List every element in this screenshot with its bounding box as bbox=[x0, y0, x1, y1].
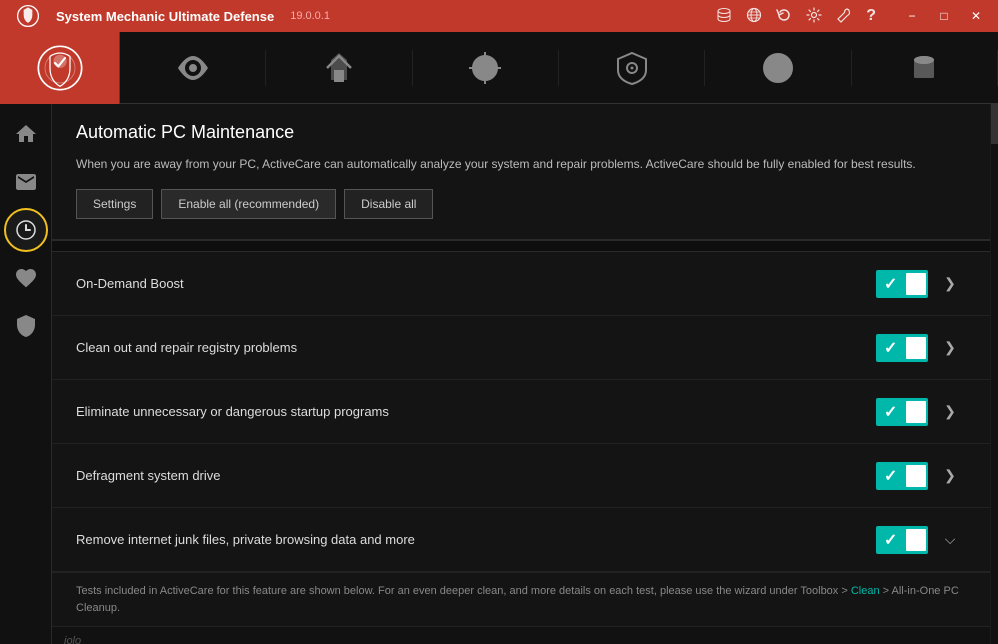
nav-logo[interactable] bbox=[0, 32, 120, 104]
help-icon[interactable]: ? bbox=[866, 7, 876, 25]
feature-controls: ✓ ❯ bbox=[876, 332, 966, 364]
toggle-check-icon: ✓ bbox=[884, 530, 897, 550]
refresh-icon[interactable] bbox=[776, 7, 792, 26]
chevron-right-icon[interactable]: ❯ bbox=[934, 268, 966, 300]
feature-controls: ✓ ❯ bbox=[876, 460, 966, 492]
chevron-down-icon[interactable]: ⌵ bbox=[934, 524, 966, 556]
bottom-note-text: Tests included in ActiveCare for this fe… bbox=[76, 585, 959, 614]
enable-all-button[interactable]: Enable all (recommended) bbox=[161, 189, 336, 219]
app-logo bbox=[8, 2, 48, 30]
title-bar-icons: ? − □ ✕ bbox=[716, 6, 990, 26]
section-divider bbox=[52, 240, 990, 252]
bottom-note: Tests included in ActiveCare for this fe… bbox=[52, 572, 990, 626]
feature-controls: ✓ ❯ bbox=[876, 396, 966, 428]
action-buttons: Settings Enable all (recommended) Disabl… bbox=[76, 189, 966, 219]
toggle-knob bbox=[906, 273, 926, 295]
sidebar-item-notifications[interactable] bbox=[4, 160, 48, 204]
nav-item-repair[interactable] bbox=[266, 50, 412, 86]
wrench-icon[interactable] bbox=[836, 7, 852, 26]
maximize-button[interactable]: □ bbox=[930, 6, 958, 26]
toggle-check-icon: ✓ bbox=[884, 466, 897, 486]
top-nav bbox=[0, 32, 998, 104]
toggle-knob bbox=[906, 529, 926, 551]
settings-icon[interactable] bbox=[806, 7, 822, 26]
toggle-junk[interactable]: ✓ bbox=[876, 526, 928, 554]
toggle-knob bbox=[906, 337, 926, 359]
toggle-knob bbox=[906, 401, 926, 423]
title-bar: System Mechanic Ultimate Defense 19.0.0.… bbox=[0, 0, 998, 32]
feature-row: On-Demand Boost ✓ ❯ bbox=[52, 252, 990, 316]
feature-label: Remove internet junk files, private brow… bbox=[76, 532, 415, 547]
toggle-startup[interactable]: ✓ bbox=[876, 398, 928, 426]
nav-item-overview[interactable] bbox=[120, 50, 266, 86]
sidebar-item-health[interactable] bbox=[4, 256, 48, 300]
toggle-defrag[interactable]: ✓ bbox=[876, 462, 928, 490]
toggle-check-icon: ✓ bbox=[884, 274, 897, 294]
minimize-button[interactable]: − bbox=[898, 6, 926, 26]
toggle-check-icon: ✓ bbox=[884, 338, 897, 358]
bottom-bar: iolo bbox=[52, 626, 990, 644]
feature-row-expanded: Remove internet junk files, private brow… bbox=[52, 508, 990, 572]
nav-item-boost[interactable] bbox=[705, 50, 851, 86]
sidebar-item-home[interactable] bbox=[4, 112, 48, 156]
page-description: When you are away from your PC, ActiveCa… bbox=[76, 155, 966, 173]
toggle-knob bbox=[906, 465, 926, 487]
globe-icon[interactable] bbox=[746, 7, 762, 26]
sidebar-item-shield[interactable] bbox=[4, 304, 48, 348]
chevron-right-icon[interactable]: ❯ bbox=[934, 396, 966, 428]
clean-link[interactable]: Clean bbox=[851, 585, 880, 597]
database-icon[interactable] bbox=[716, 7, 732, 26]
sidebar bbox=[0, 104, 52, 644]
nav-item-toolkit[interactable] bbox=[852, 50, 998, 86]
scrollbar-track[interactable] bbox=[990, 104, 998, 644]
disable-all-button[interactable]: Disable all bbox=[344, 189, 433, 219]
toggle-on-demand-boost[interactable]: ✓ bbox=[876, 270, 928, 298]
chevron-right-icon[interactable]: ❯ bbox=[934, 332, 966, 364]
main-layout: Automatic PC Maintenance When you are aw… bbox=[0, 104, 998, 644]
settings-button[interactable]: Settings bbox=[76, 189, 153, 219]
page-title: Automatic PC Maintenance bbox=[76, 122, 966, 143]
window-controls[interactable]: − □ ✕ bbox=[898, 6, 990, 26]
feature-label: Defragment system drive bbox=[76, 468, 221, 483]
feature-controls: ✓ ⌵ bbox=[876, 524, 966, 556]
feature-row: Eliminate unnecessary or dangerous start… bbox=[52, 380, 990, 444]
feature-label: On-Demand Boost bbox=[76, 276, 184, 291]
toggle-check-icon: ✓ bbox=[884, 402, 897, 422]
feature-label: Clean out and repair registry problems bbox=[76, 340, 297, 355]
feature-list: On-Demand Boost ✓ ❯ Clean out and repair… bbox=[52, 252, 990, 572]
sidebar-item-activecare[interactable] bbox=[4, 208, 48, 252]
nav-item-security[interactable] bbox=[559, 50, 705, 86]
app-title: System Mechanic Ultimate Defense bbox=[56, 9, 274, 24]
feature-label: Eliminate unnecessary or dangerous start… bbox=[76, 404, 389, 419]
close-button[interactable]: ✕ bbox=[962, 6, 990, 26]
feature-controls: ✓ ❯ bbox=[876, 268, 966, 300]
app-version: 19.0.0.1 bbox=[290, 10, 330, 22]
nav-item-target[interactable] bbox=[413, 50, 559, 86]
content-header: Automatic PC Maintenance When you are aw… bbox=[52, 104, 990, 240]
main-content: Automatic PC Maintenance When you are aw… bbox=[52, 104, 990, 644]
company-name: iolo bbox=[64, 635, 81, 644]
feature-row: Defragment system drive ✓ ❯ bbox=[52, 444, 990, 508]
feature-row: Clean out and repair registry problems ✓… bbox=[52, 316, 990, 380]
toggle-registry[interactable]: ✓ bbox=[876, 334, 928, 362]
scrollbar-thumb[interactable] bbox=[991, 104, 998, 144]
chevron-right-icon[interactable]: ❯ bbox=[934, 460, 966, 492]
